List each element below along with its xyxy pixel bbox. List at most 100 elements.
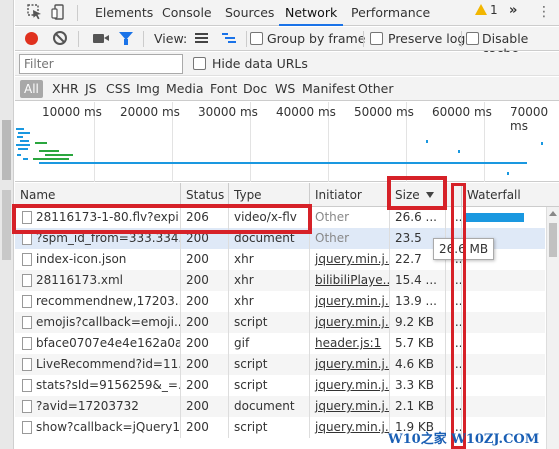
column-header-size[interactable]: Size (390, 183, 446, 207)
preserve-log-label: Preserve log (388, 31, 466, 46)
waterfall-bar (464, 336, 466, 351)
cell-time: ... (446, 354, 462, 375)
cell-initiator[interactable]: jquery.min.j... (310, 417, 390, 438)
cell-name: 28116173.xml (15, 270, 181, 291)
cell-initiator: Other (310, 228, 390, 249)
type-filter-css[interactable]: CSS (106, 81, 131, 96)
filter-icon[interactable] (119, 32, 133, 45)
column-header-time[interactable] (446, 183, 462, 207)
customize-menu-icon[interactable]: ⋮ (537, 4, 551, 20)
column-header-waterfall[interactable]: Waterfall (462, 183, 559, 207)
column-header-name[interactable]: Name (15, 183, 181, 207)
cell-type-text: script (234, 378, 268, 392)
cell-initiator[interactable]: bilibiliPlaye... (310, 270, 390, 291)
type-filter-manifest[interactable]: Manifest (302, 81, 355, 96)
cell-name: LiveRecommend?id=11... (15, 354, 181, 375)
type-filter-ws[interactable]: WS (275, 81, 295, 96)
gutter-scroll-thumb[interactable] (2, 120, 11, 180)
cell-size-text: 5.7 KB (395, 336, 434, 350)
column-header-type[interactable]: Type (229, 183, 310, 207)
cell-initiator[interactable]: jquery.min.j... (310, 354, 390, 375)
overview-icon[interactable] (222, 33, 236, 44)
cell-type: script (229, 417, 310, 438)
group-by-frame-checkbox[interactable] (250, 32, 263, 45)
type-filter-doc[interactable]: Doc (243, 81, 267, 96)
cell-status-text: 200 (186, 357, 209, 371)
record-button[interactable] (25, 32, 38, 45)
file-icon (22, 358, 32, 371)
tab-elements[interactable]: Elements (89, 0, 159, 26)
table-row[interactable]: stats?sId=9156259&_=... 200 script jquery.m… (15, 375, 545, 396)
cell-initiator[interactable]: jquery.min.j... (310, 291, 390, 312)
type-filter-other[interactable]: Other (358, 81, 394, 96)
table-row[interactable]: bface0707e4e4e162a0a... 200 gif header.js:1… (15, 333, 545, 354)
cell-status: 200 (181, 375, 229, 396)
cell-time-text: ... (451, 336, 462, 350)
tab-performance[interactable]: Performance (345, 0, 436, 26)
disable-cache-checkbox[interactable] (466, 32, 479, 45)
table-row[interactable]: 28116173-1-80.flv?expi... 206 video/x-flv O… (15, 207, 545, 228)
hide-data-urls-checkbox[interactable] (193, 57, 206, 70)
gutter-scroll-thumb-lower[interactable] (2, 190, 11, 260)
timeline-label: 40000 ms (276, 105, 336, 119)
cell-type: document (229, 396, 310, 417)
timeline-label: 50000 ms (354, 105, 414, 119)
timeline-overview[interactable]: 10000 ms 20000 ms 30000 ms 40000 ms 5000… (15, 102, 559, 182)
scroll-up-arrow-icon[interactable] (549, 211, 557, 216)
cell-size: 2.1 KB (390, 396, 446, 417)
warning-icon (475, 4, 487, 15)
table-row[interactable]: 28116173.xml 200 xhr bilibiliPlaye... 15.4 .… (15, 270, 545, 291)
timeline-label: 60000 ms (432, 105, 492, 119)
column-header-initiator[interactable]: Initiator (310, 183, 390, 207)
tab-sources[interactable]: Sources (219, 0, 280, 26)
type-filter-all[interactable]: All (20, 80, 43, 98)
type-filter-img[interactable]: Img (136, 81, 160, 96)
cell-initiator[interactable]: jquery.min.j... (310, 249, 390, 270)
more-tabs-button[interactable]: » (509, 3, 517, 18)
tab-network[interactable]: Network (279, 0, 344, 26)
filter-input[interactable] (19, 54, 183, 74)
warnings-counter[interactable]: 1 (475, 3, 498, 17)
cell-initiator[interactable]: jquery.min.j... (310, 312, 390, 333)
cell-name-text: emojis?callback=emoji... (36, 315, 181, 329)
cell-type-text: gif (234, 336, 250, 350)
cell-status: 200 (181, 228, 229, 249)
cell-initiator[interactable]: header.js:1 (310, 333, 390, 354)
type-filter-js[interactable]: JS (85, 81, 97, 96)
cell-initiator: Other (310, 207, 390, 228)
requests-scrollbar[interactable] (546, 207, 559, 449)
cell-name: recommendnew,17203... (15, 291, 181, 312)
waterfall-bar (464, 315, 466, 330)
column-header-status[interactable]: Status (181, 183, 229, 207)
type-filter-font[interactable]: Font (210, 81, 237, 96)
cell-initiator[interactable]: jquery.min.j... (310, 375, 390, 396)
cell-initiator[interactable]: jquery.min.j... (310, 396, 390, 417)
cell-initiator-text: Other (315, 210, 350, 224)
cell-size-text: 9.2 KB (395, 315, 434, 329)
cell-waterfall (462, 312, 545, 333)
cell-waterfall (462, 207, 545, 228)
toolbar-separator (363, 31, 364, 47)
filter-row: Hide data URLs (15, 52, 559, 76)
large-rows-icon[interactable] (195, 33, 208, 44)
table-row[interactable]: emojis?callback=emoji... 200 script jquery.… (15, 312, 545, 333)
cell-name: ?spm_id_from=333.334... (15, 228, 181, 249)
table-row[interactable]: LiveRecommend?id=11... 200 script jquery.mi… (15, 354, 545, 375)
table-row[interactable]: ?avid=17203732 200 document jquery.min.j...… (15, 396, 545, 417)
type-filter-media[interactable]: Media (166, 81, 204, 96)
cell-status-text: 200 (186, 420, 209, 434)
cell-size: 13.9 ... (390, 291, 446, 312)
clear-button[interactable] (53, 31, 67, 45)
cell-type-text: document (234, 231, 295, 245)
type-filter-xhr[interactable]: XHR (52, 81, 79, 96)
capture-screenshots-icon[interactable] (93, 34, 104, 43)
cell-initiator-text: jquery.min.j... (315, 294, 390, 308)
scrollbar-thumb[interactable] (549, 223, 557, 257)
preserve-log-checkbox[interactable] (370, 32, 383, 45)
cell-type: xhr (229, 291, 310, 312)
inspect-element-icon[interactable] (27, 4, 43, 20)
tab-console[interactable]: Console (156, 0, 218, 26)
device-toolbar-icon[interactable] (51, 4, 67, 20)
cell-name-text: bface0707e4e4e162a0a... (36, 336, 181, 350)
table-row[interactable]: recommendnew,17203... 200 xhr jquery.min.j.… (15, 291, 545, 312)
